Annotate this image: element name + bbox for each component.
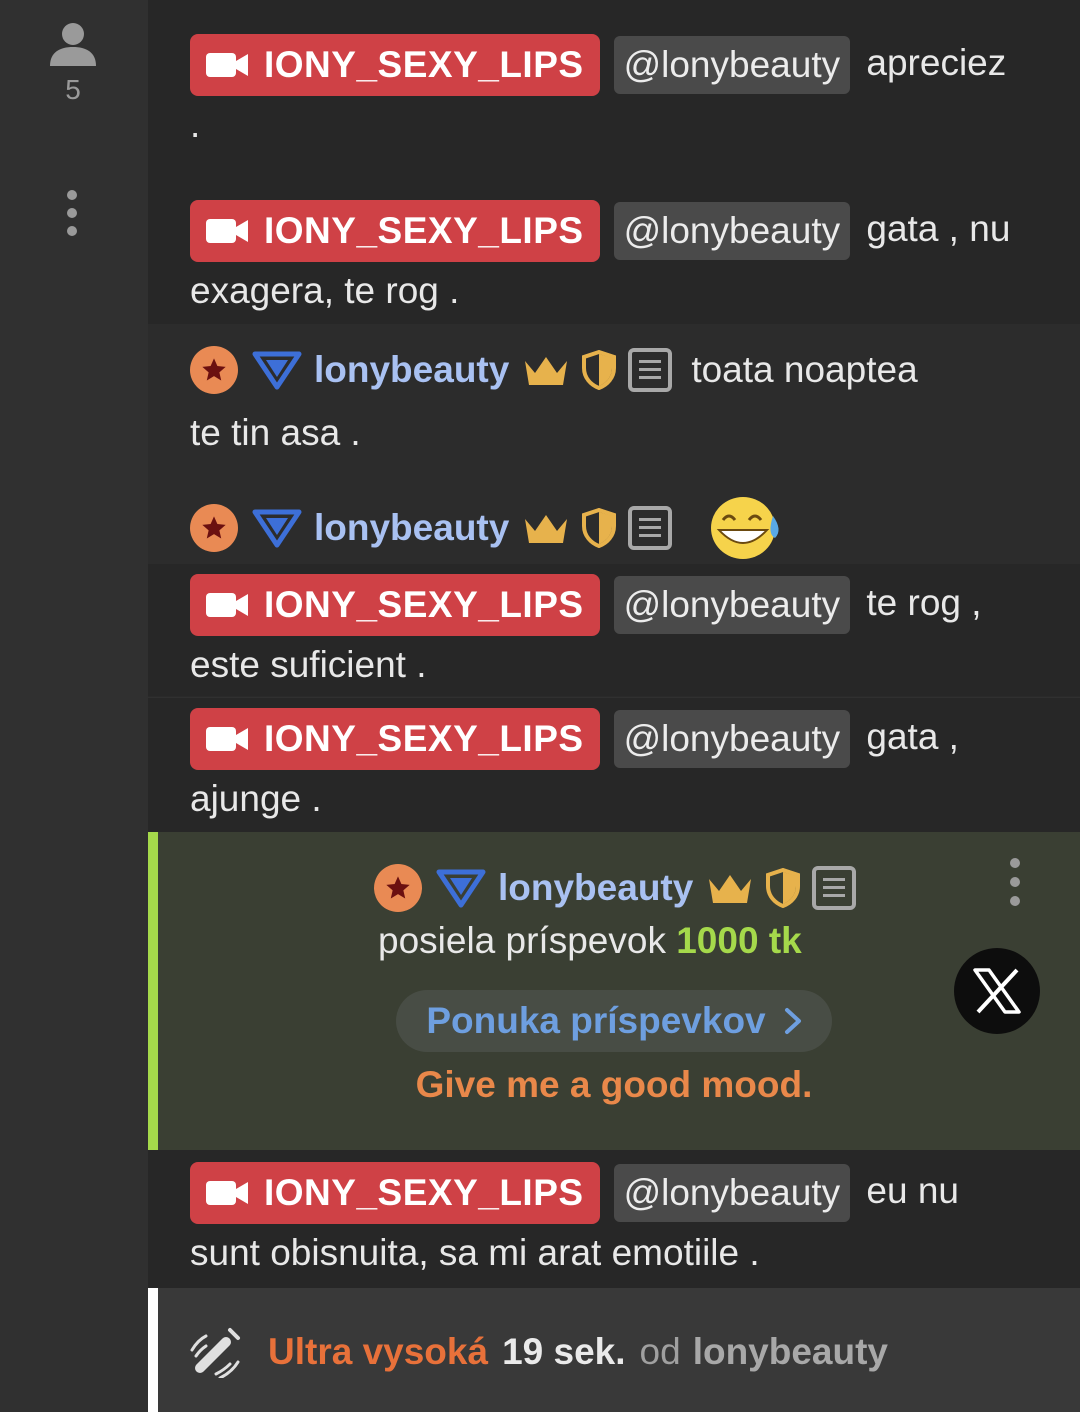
tip-note: Give me a good mood.	[415, 1064, 813, 1105]
chat-message: lonybeauty toata noaptea te tin asa . lo…	[148, 324, 1080, 564]
chat-message: IONY_SEXY_LIPS @lonybeauty eu nu sunt ob…	[148, 1150, 1080, 1288]
broadcaster-name: IONY_SEXY_LIPS	[264, 210, 584, 252]
message-text: gata , nu	[866, 208, 1011, 249]
person-icon	[50, 23, 96, 66]
shield-icon	[766, 868, 801, 908]
chat-message: IONY_SEXY_LIPS @lonybeauty te rog , este…	[148, 564, 1080, 696]
tipper-username[interactable]: lonybeauty	[693, 1331, 888, 1373]
username[interactable]: lonybeauty	[498, 867, 693, 909]
broadcaster-badge[interactable]: IONY_SEXY_LIPS	[190, 574, 600, 637]
document-icon[interactable]	[627, 505, 673, 551]
tip-amount: 1000 tk	[676, 920, 802, 961]
viewer-count: 5	[65, 74, 81, 105]
triangle-badge-icon	[436, 869, 486, 908]
message-text-cont: exagera, te rog .	[190, 270, 460, 312]
message-text-cont: .	[190, 104, 201, 146]
document-icon[interactable]	[811, 865, 857, 911]
chat-message: IONY_SEXY_LIPS @lonybeauty apreciez .	[148, 0, 1080, 168]
username[interactable]: lonybeauty	[314, 349, 509, 391]
message-text: toata noaptea	[691, 349, 918, 390]
broadcaster-name: IONY_SEXY_LIPS	[264, 44, 584, 86]
star-rank-icon	[374, 864, 422, 912]
viewer-counter[interactable]: 5	[40, 20, 106, 106]
vibration-duration: 19 sek.	[502, 1331, 626, 1372]
chat-panel: IONY_SEXY_LIPS @lonybeauty apreciez . IO…	[148, 0, 1080, 1412]
video-camera-icon	[206, 219, 248, 244]
crown-icon	[525, 515, 568, 543]
tip-action: posiela príspevok	[378, 920, 666, 961]
message-text-cont: sunt obisnuita, sa mi arat emotiile .	[190, 1232, 760, 1274]
video-camera-icon	[206, 593, 248, 618]
chat-message: IONY_SEXY_LIPS @lonybeauty gata , ajunge…	[148, 697, 1080, 832]
message-text: apreciez	[866, 42, 1007, 83]
broadcaster-badge[interactable]: IONY_SEXY_LIPS	[190, 200, 600, 263]
broadcaster-name: IONY_SEXY_LIPS	[264, 718, 584, 760]
mention-tag[interactable]: @lonybeauty	[613, 710, 851, 769]
broadcaster-badge[interactable]: IONY_SEXY_LIPS	[190, 34, 600, 97]
broadcaster-badge[interactable]: IONY_SEXY_LIPS	[190, 708, 600, 771]
triangle-badge-icon	[252, 509, 302, 548]
message-text-cont: ajunge .	[190, 778, 322, 820]
broadcaster-name: IONY_SEXY_LIPS	[264, 584, 584, 626]
crown-icon	[709, 875, 752, 903]
x-logo-icon[interactable]	[954, 948, 1040, 1034]
message-text-cont: te tin asa .	[190, 412, 361, 453]
mention-tag[interactable]: @lonybeauty	[613, 1164, 851, 1223]
mention-tag[interactable]: @lonybeauty	[613, 576, 851, 635]
star-rank-icon	[190, 504, 238, 552]
kebab-menu-icon[interactable]	[1010, 858, 1022, 915]
message-text: eu nu	[866, 1170, 959, 1211]
kebab-menu-icon[interactable]	[62, 190, 82, 240]
shield-icon	[582, 508, 617, 548]
crown-icon	[525, 357, 568, 385]
message-text: gata ,	[866, 716, 959, 757]
grinning-sweat-emoji-icon	[711, 497, 779, 559]
tip-menu-label: Ponuka príspevkov	[426, 1000, 766, 1041]
chat-message: IONY_SEXY_LIPS @lonybeauty gata , nu exa…	[148, 168, 1080, 324]
vibration-level: Ultra vysoká	[268, 1331, 489, 1372]
video-camera-icon	[206, 727, 248, 752]
message-text: te rog ,	[866, 582, 982, 623]
triangle-badge-icon	[252, 351, 302, 390]
broadcaster-name: IONY_SEXY_LIPS	[264, 1172, 584, 1214]
tip-menu-button[interactable]: Ponuka príspevkov	[396, 990, 832, 1052]
vibration-wand-icon	[190, 1328, 240, 1378]
chevron-right-icon	[784, 1008, 801, 1034]
document-icon[interactable]	[627, 347, 673, 393]
mention-tag[interactable]: @lonybeauty	[613, 202, 851, 261]
vibration-status-bar: Ultra vysoká 19 sek. od lonybeauty	[148, 1288, 1080, 1412]
message-text-cont: este suficient .	[190, 644, 427, 686]
video-camera-icon	[206, 53, 248, 78]
video-camera-icon	[206, 1181, 248, 1206]
status-accent-edge	[148, 1288, 158, 1412]
tip-notification: lonybeauty posiela príspevok 1000 tk Pon…	[148, 832, 1080, 1150]
username[interactable]: lonybeauty	[314, 507, 509, 549]
shield-icon	[582, 350, 617, 390]
star-rank-icon	[190, 346, 238, 394]
from-label: od	[639, 1331, 681, 1372]
mention-tag[interactable]: @lonybeauty	[613, 36, 851, 95]
left-sidebar: 5	[0, 0, 148, 1412]
tip-text: posiela príspevok 1000 tk	[378, 920, 802, 962]
broadcaster-badge[interactable]: IONY_SEXY_LIPS	[190, 1162, 600, 1225]
